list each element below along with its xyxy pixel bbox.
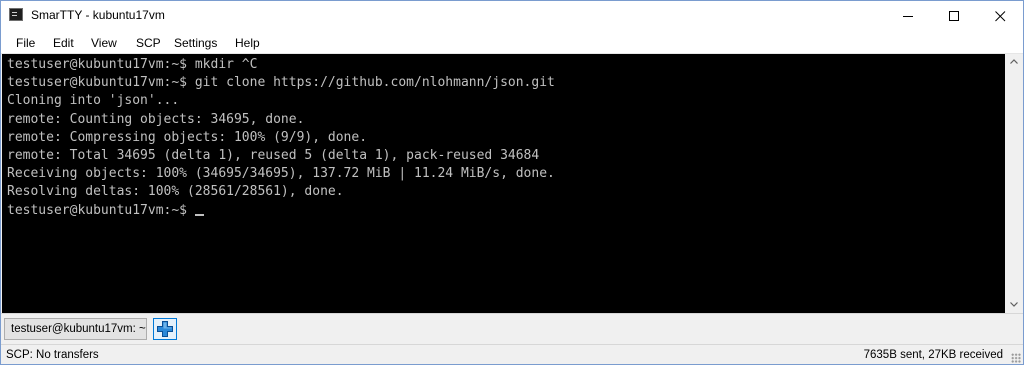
app-window: SmarTTY - kubuntu17vm File Edit View SCP… <box>0 0 1024 365</box>
window-title: SmarTTY - kubuntu17vm <box>31 8 165 22</box>
terminal-output[interactable]: testuser@kubuntu17vm:~$ mkdir ^C testuse… <box>2 54 1005 313</box>
menu-scp[interactable]: SCP <box>136 36 161 50</box>
terminal-prompt: testuser@kubuntu17vm:~$ <box>7 202 188 218</box>
vertical-scrollbar[interactable] <box>1006 54 1022 313</box>
terminal-line: testuser@kubuntu17vm:~$ mkdir ^C <box>7 57 258 72</box>
maximize-button[interactable] <box>931 1 977 31</box>
scroll-down-button[interactable] <box>1006 297 1022 313</box>
terminal-line: remote: Compressing objects: 100% (9/9),… <box>7 129 368 145</box>
close-icon <box>995 11 1006 22</box>
plus-icon <box>157 321 173 337</box>
tab-bar: testuser@kubuntu17vm: ~ <box>1 313 1023 344</box>
minimize-icon <box>903 16 913 17</box>
scroll-up-button[interactable] <box>1006 54 1022 70</box>
close-button[interactable] <box>977 1 1023 31</box>
menu-settings[interactable]: Settings <box>174 36 217 50</box>
terminal-line: testuser@kubuntu17vm:~$ git clone https:… <box>7 75 555 91</box>
session-tab[interactable]: testuser@kubuntu17vm: ~ <box>4 318 147 340</box>
terminal-prompt-line: testuser@kubuntu17vm:~$ <box>7 202 555 220</box>
terminal-icon[interactable] <box>9 8 23 21</box>
status-bar: SCP: No transfers 7635B sent, 27KB recei… <box>1 344 1023 364</box>
menu-view[interactable]: View <box>91 36 117 50</box>
terminal-line: Cloning into 'json'... <box>7 93 180 109</box>
terminal-line: remote: Total 34695 (delta 1), reused 5 … <box>7 147 540 163</box>
minimize-button[interactable] <box>885 1 931 31</box>
menu-help[interactable]: Help <box>235 36 260 50</box>
terminal-cursor <box>195 213 205 216</box>
menu-bar: File Edit View SCP Settings Help <box>1 31 1023 54</box>
transfer-stats: 7635B sent, 27KB received <box>863 349 1003 361</box>
chevron-up-icon <box>1010 59 1018 64</box>
menu-edit[interactable]: Edit <box>53 36 74 50</box>
terminal-line: remote: Counting objects: 34695, done. <box>7 111 305 127</box>
terminal-line: Resolving deltas: 100% (28561/28561), do… <box>7 184 344 200</box>
session-tab-label: testuser@kubuntu17vm: ~ <box>11 323 146 335</box>
scroll-track[interactable] <box>1006 70 1022 297</box>
maximize-icon <box>949 11 959 21</box>
scp-status: SCP: No transfers <box>6 349 99 361</box>
terminal-line: Receiving objects: 100% (34695/34695), 1… <box>7 166 555 182</box>
resize-grip-icon[interactable] <box>1011 353 1021 363</box>
menu-file[interactable]: File <box>16 36 35 50</box>
chevron-down-icon <box>1010 302 1018 307</box>
title-bar[interactable]: SmarTTY - kubuntu17vm <box>1 1 1023 31</box>
new-tab-button[interactable] <box>153 318 177 340</box>
terminal-lines: testuser@kubuntu17vm:~$ mkdir ^C testuse… <box>7 56 555 220</box>
